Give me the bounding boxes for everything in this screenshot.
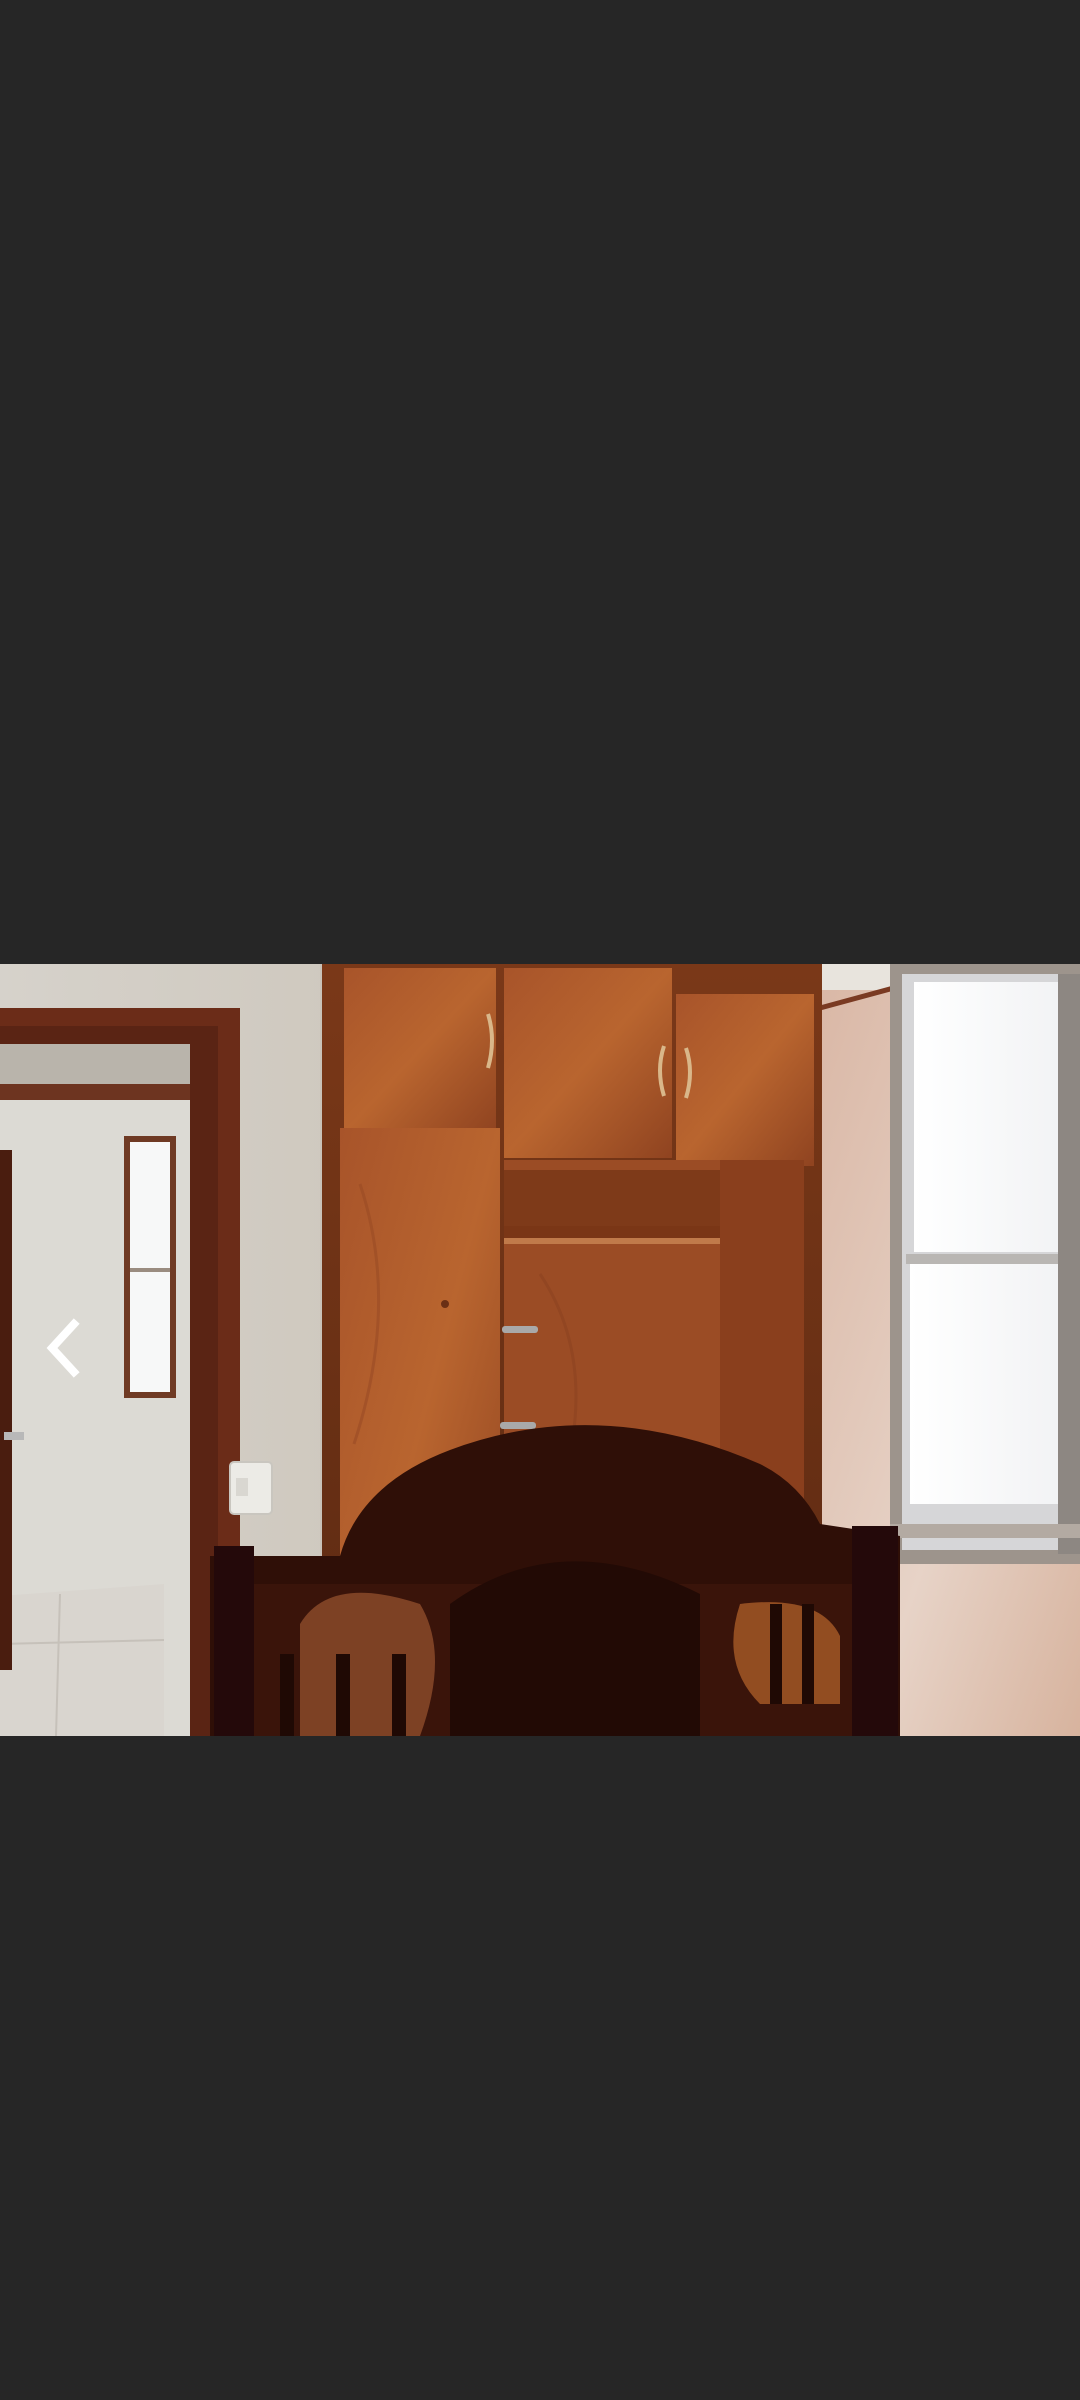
chevron-left-icon — [42, 1316, 82, 1385]
bedroom-photo[interactable] — [0, 964, 1080, 1736]
previous-image-button[interactable] — [28, 1316, 96, 1385]
image-viewer — [0, 0, 1080, 2400]
